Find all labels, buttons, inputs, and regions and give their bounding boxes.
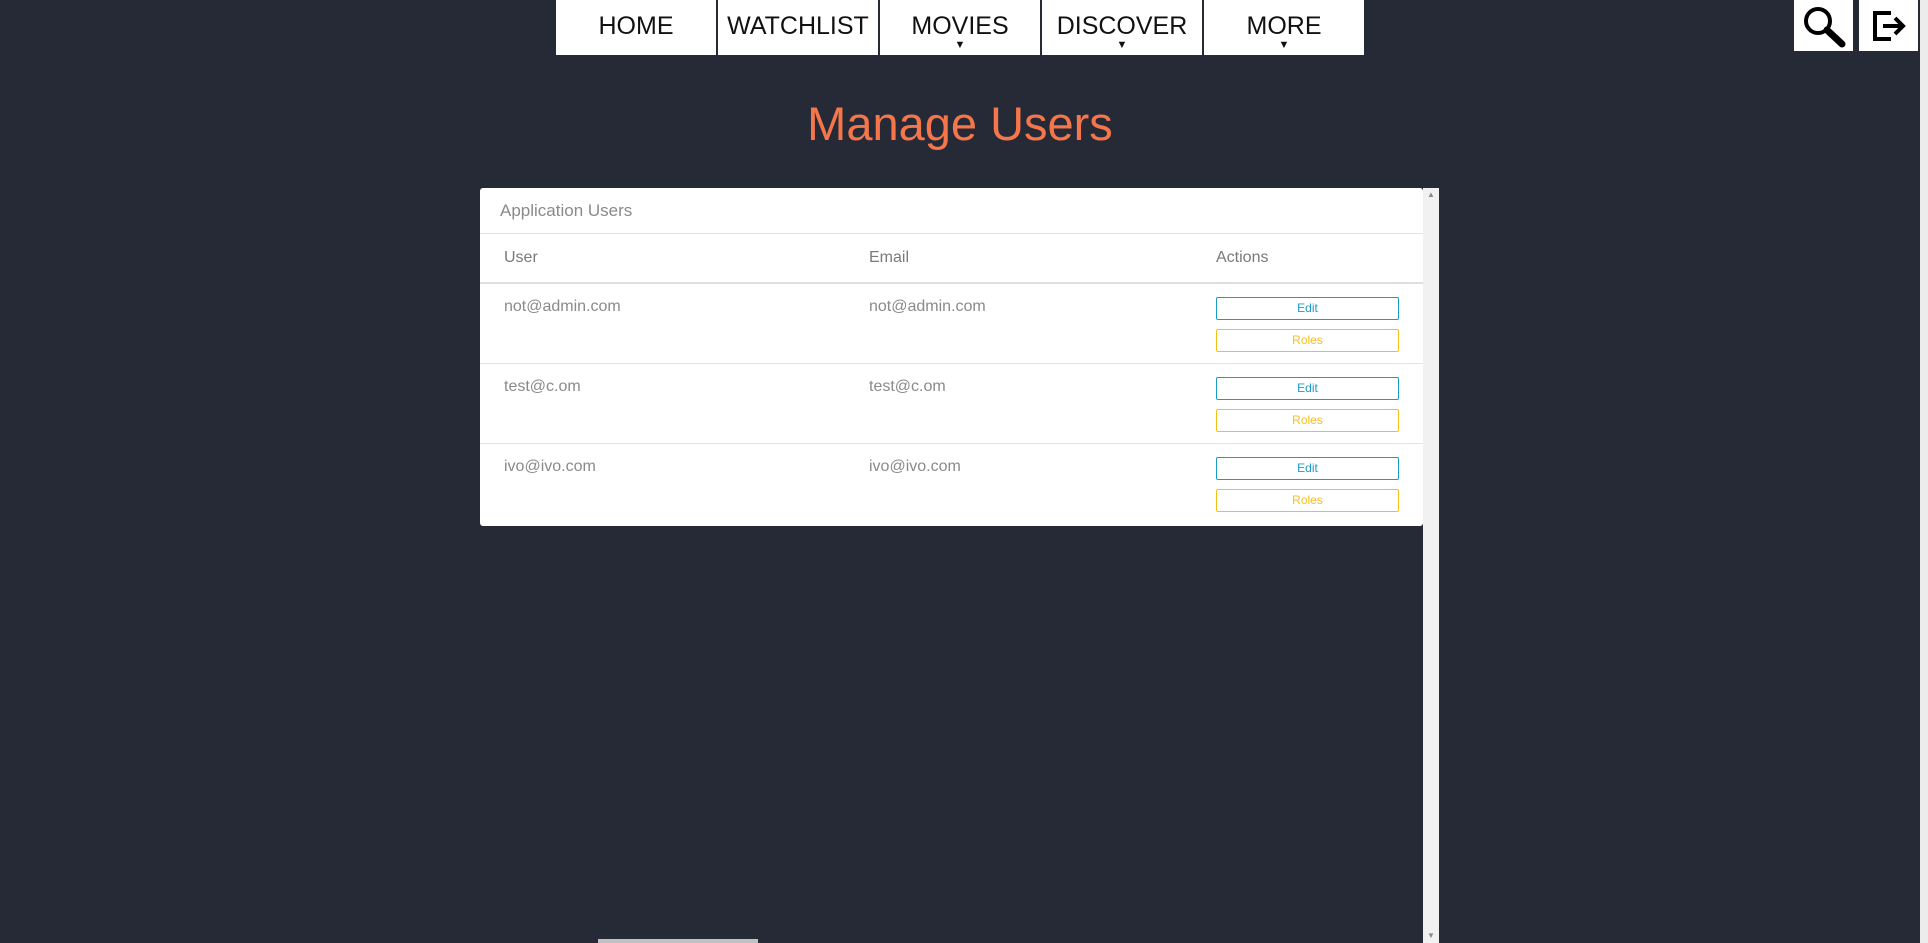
window-edge [1920, 0, 1928, 943]
horizontal-scrollbar-thumb[interactable] [598, 939, 758, 943]
table-row: not@admin.com not@admin.com Edit Roles [480, 283, 1423, 364]
column-header-email: Email [845, 234, 1192, 284]
nav-more[interactable]: MORE ▼ [1204, 0, 1364, 55]
search-icon [1803, 6, 1845, 47]
user-cell: not@admin.com [480, 283, 845, 364]
vertical-scrollbar[interactable]: ▲ ▼ [1423, 188, 1439, 943]
logout-button[interactable] [1859, 0, 1918, 51]
card-header: Application Users [480, 188, 1423, 234]
actions-cell: Edit Roles [1192, 363, 1423, 444]
nav-home-label: HOME [598, 12, 674, 40]
caret-down-icon: ▼ [1116, 39, 1128, 51]
column-header-user: User [480, 234, 845, 284]
nav-movies[interactable]: MOVIES ▼ [880, 0, 1040, 55]
user-cell: ivo@ivo.com [504, 457, 596, 475]
table-header-row: User Email Actions [480, 234, 1423, 284]
column-header-actions: Actions [1192, 234, 1423, 284]
edit-button[interactable]: Edit [1216, 376, 1399, 400]
caret-down-icon: ▼ [954, 39, 966, 51]
user-cell: test@c.om [480, 363, 845, 444]
actions-cell: Edit Roles [1192, 283, 1423, 364]
table-row: test@c.om test@c.om Edit Roles [480, 363, 1423, 444]
nav-watchlist[interactable]: WATCHLIST [718, 0, 878, 55]
caret-down-icon: ▼ [1278, 39, 1290, 51]
email-cell: ivo@ivo.com [869, 457, 961, 475]
roles-button[interactable]: Roles [1216, 408, 1399, 432]
email-cell: test@c.om [845, 363, 1192, 444]
search-button[interactable] [1794, 0, 1853, 51]
logout-icon [1872, 10, 1906, 41]
page: HOME WATCHLIST MOVIES ▼ DISCOVER ▼ MORE … [0, 0, 1928, 943]
edit-button[interactable]: Edit [1216, 456, 1399, 480]
roles-button[interactable]: Roles [1216, 329, 1399, 352]
roles-button[interactable]: Roles [1216, 488, 1399, 512]
email-cell: not@admin.com [845, 283, 1192, 364]
nav-discover[interactable]: DISCOVER ▼ [1042, 0, 1202, 55]
nav-watchlist-label: WATCHLIST [727, 12, 869, 40]
nav-home[interactable]: HOME [556, 0, 716, 55]
users-card: Application Users User Email Actions not… [480, 188, 1423, 526]
table-row: ivo@ivo.com ivo@ivo.com Edit Roles [480, 443, 1423, 523]
nav-discover-label: DISCOVER [1056, 12, 1188, 40]
scroll-down-icon[interactable]: ▼ [1423, 929, 1439, 943]
nav-movies-label: MOVIES [911, 12, 1009, 40]
actions-cell: Edit Roles [1192, 443, 1423, 523]
users-table: User Email Actions not@admin.com not@adm… [480, 234, 1423, 523]
scroll-up-icon[interactable]: ▲ [1423, 188, 1439, 202]
page-title: Manage Users [807, 97, 1113, 150]
nav-more-label: MORE [1246, 12, 1322, 40]
top-nav: HOME WATCHLIST MOVIES ▼ DISCOVER ▼ MORE … [556, 0, 1364, 55]
edit-button[interactable]: Edit [1216, 297, 1399, 320]
